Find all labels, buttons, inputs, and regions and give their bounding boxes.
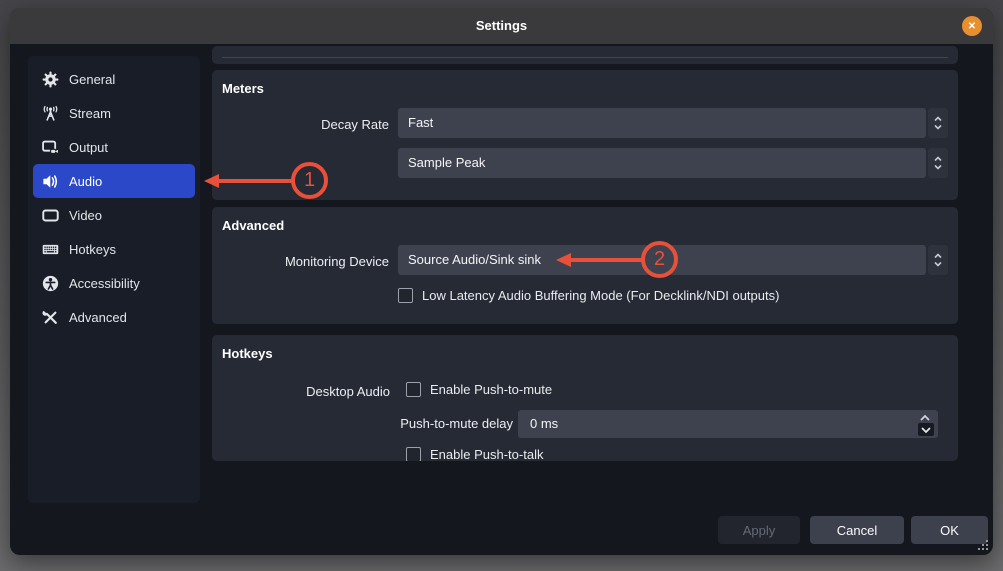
- accessibility-icon: [42, 275, 59, 292]
- sidebar-item-label: Audio: [69, 174, 102, 189]
- sidebar-item-label: Video: [69, 208, 102, 223]
- enable-push-to-talk-label: Enable Push-to-talk: [430, 447, 543, 461]
- tools-icon: [42, 309, 59, 326]
- push-to-mute-delay-value: 0 ms: [530, 410, 558, 438]
- combo-spinner[interactable]: [928, 108, 948, 138]
- section-title: Hotkeys: [222, 346, 273, 361]
- resize-grip[interactable]: [976, 538, 990, 552]
- monitor-icon: [42, 207, 59, 224]
- gear-icon: [42, 71, 59, 88]
- scrolled-card-partial: [212, 46, 958, 64]
- keyboard-icon: [42, 241, 59, 258]
- sidebar-item-label: Stream: [69, 106, 111, 121]
- up-down-chevrons-icon: [933, 154, 943, 172]
- monitoring-device-label: Monitoring Device: [212, 252, 389, 272]
- window-title: Settings: [10, 8, 993, 44]
- settings-window: Settings ✕ General: [10, 8, 993, 555]
- sidebar-item-hotkeys[interactable]: Hotkeys: [33, 232, 195, 266]
- annotation-step-2-number: 2: [654, 248, 665, 271]
- desktop-audio-label: Desktop Audio: [212, 382, 390, 402]
- combo-spinner[interactable]: [928, 245, 948, 275]
- spin-down-button[interactable]: [918, 423, 934, 436]
- up-down-chevrons-icon: [933, 251, 943, 269]
- sidebar-item-accessibility[interactable]: Accessibility: [33, 266, 195, 300]
- settings-sidebar: General Stream: [28, 56, 200, 503]
- annotation-arrow-2-line: [569, 258, 643, 262]
- enable-push-to-talk-checkbox[interactable]: [406, 447, 421, 461]
- decay-rate-combobox[interactable]: Fast: [398, 108, 948, 138]
- apply-button[interactable]: Apply: [718, 516, 800, 544]
- enable-push-to-mute-label: Enable Push-to-mute: [430, 382, 552, 397]
- sidebar-item-label: General: [69, 72, 115, 87]
- chevron-up-icon: [919, 414, 931, 422]
- sidebar-item-label: Hotkeys: [69, 242, 116, 257]
- sidebar-item-label: Output: [69, 140, 108, 155]
- sidebar-item-video[interactable]: Video: [33, 198, 195, 232]
- advanced-section: Advanced Monitoring Device Source Audio/…: [212, 207, 958, 324]
- enable-push-to-mute-checkbox[interactable]: [406, 382, 421, 397]
- push-to-talk-row: Enable Push-to-talk: [406, 447, 543, 461]
- annotation-step-2-badge: 2: [641, 241, 678, 278]
- close-icon: ✕: [968, 21, 976, 32]
- spin-up-button[interactable]: [918, 413, 932, 423]
- low-latency-label: Low Latency Audio Buffering Mode (For De…: [422, 288, 779, 303]
- push-to-mute-delay-spinbox[interactable]: 0 ms: [518, 410, 938, 438]
- sidebar-item-output[interactable]: Output: [33, 130, 195, 164]
- low-latency-row: Low Latency Audio Buffering Mode (For De…: [398, 288, 779, 303]
- chevron-down-icon: [920, 426, 932, 434]
- titlebar[interactable]: Settings ✕: [10, 8, 993, 44]
- push-to-mute-row: Enable Push-to-mute: [406, 382, 552, 397]
- combo-spinner[interactable]: [928, 148, 948, 178]
- low-latency-checkbox[interactable]: [398, 288, 413, 303]
- close-button[interactable]: ✕: [962, 16, 982, 36]
- up-down-chevrons-icon: [933, 114, 943, 132]
- speaker-icon: [42, 173, 59, 190]
- section-divider: [222, 57, 948, 58]
- section-title: Meters: [222, 81, 264, 96]
- output-icon: [42, 139, 59, 156]
- peak-meter-combobox[interactable]: Sample Peak: [398, 148, 948, 178]
- section-title: Advanced: [222, 218, 284, 233]
- decay-rate-label: Decay Rate: [212, 115, 389, 135]
- sidebar-item-advanced[interactable]: Advanced: [33, 300, 195, 334]
- push-to-mute-delay-label: Push-to-mute delay: [312, 410, 513, 438]
- cancel-button[interactable]: Cancel: [810, 516, 904, 544]
- sidebar-item-stream[interactable]: Stream: [33, 96, 195, 130]
- hotkeys-section: Hotkeys Desktop Audio Enable Push-to-mut…: [212, 335, 958, 461]
- decay-rate-value: Fast: [408, 115, 433, 130]
- broadcast-icon: [42, 105, 59, 122]
- monitoring-device-value: Source Audio/Sink sink: [408, 252, 541, 267]
- peak-meter-value: Sample Peak: [408, 155, 485, 170]
- annotation-step-1-number: 1: [304, 169, 315, 192]
- sidebar-item-general[interactable]: General: [33, 62, 195, 96]
- sidebar-item-label: Advanced: [69, 310, 127, 325]
- annotation-arrow-1-line: [217, 179, 293, 183]
- sidebar-item-audio[interactable]: Audio: [33, 164, 195, 198]
- annotation-step-1-badge: 1: [291, 162, 328, 199]
- sidebar-item-label: Accessibility: [69, 276, 140, 291]
